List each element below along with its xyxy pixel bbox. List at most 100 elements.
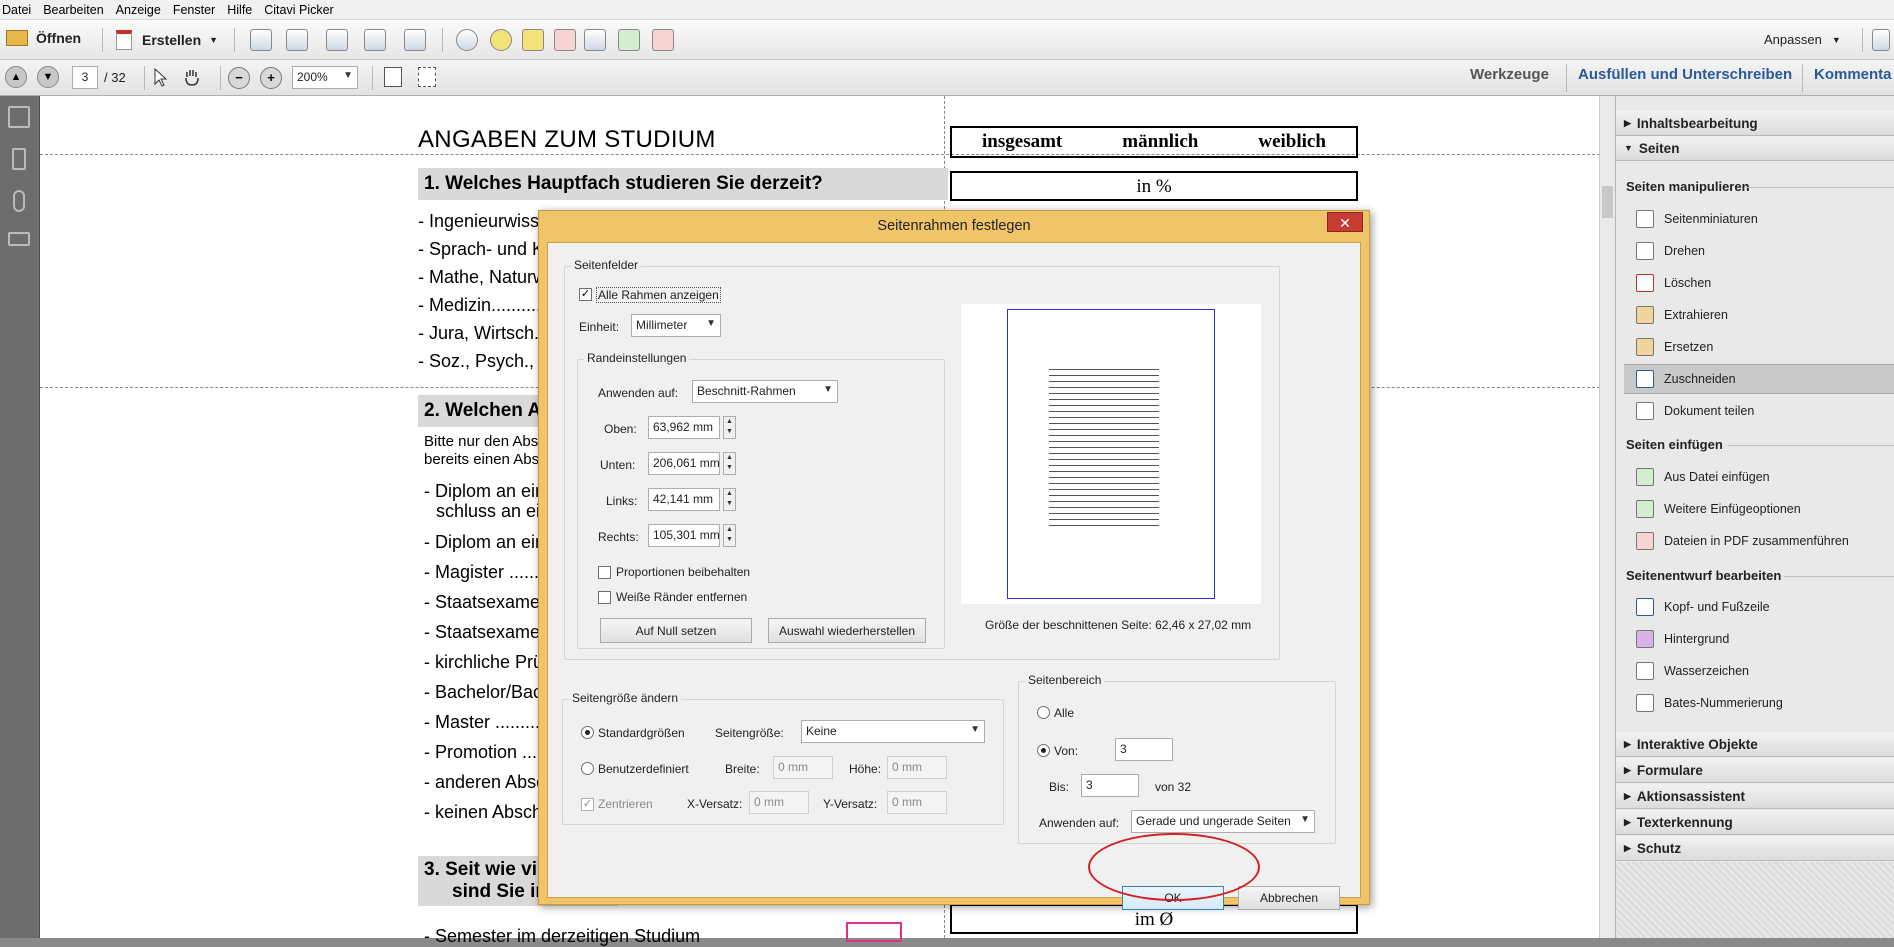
apply-to-select[interactable]: Beschnitt-Rahmen ▼ — [692, 380, 838, 403]
save-icon[interactable] — [250, 29, 272, 51]
width-input[interactable]: 0 mm — [773, 756, 833, 779]
restore-selection-button[interactable]: Auswahl wiederherstellen — [768, 618, 926, 643]
tool-page-thumbnails[interactable]: Seitenminiaturen — [1624, 204, 1894, 234]
show-all-boxes-checkbox[interactable]: ✓ — [579, 288, 592, 301]
standard-sizes-label[interactable]: Standardgrößen — [598, 726, 685, 740]
tab-tools[interactable]: Werkzeuge — [1470, 66, 1549, 83]
cancel-button[interactable]: Abbrechen — [1238, 886, 1340, 910]
tool-rotate[interactable]: Drehen — [1624, 236, 1894, 266]
fit-page-icon[interactable] — [418, 67, 436, 87]
menu-anzeige[interactable]: Anzeige — [114, 3, 171, 17]
rotate-page-icon[interactable] — [584, 29, 606, 51]
customize-button[interactable]: Anpassen ▼ — [1764, 32, 1841, 47]
signature-icon[interactable] — [8, 232, 30, 246]
section-content-editing[interactable]: ▶ Inhaltsbearbeitung — [1616, 111, 1894, 136]
show-all-boxes-label[interactable]: Alle Rahmen anzeigen — [596, 287, 721, 303]
attachment-icon[interactable] — [13, 190, 25, 212]
tool-insert-from-file[interactable]: Aus Datei einfügen — [1624, 462, 1894, 492]
bottom-margin-input[interactable]: 206,061 mm — [648, 452, 720, 475]
right-margin-spinner[interactable]: ▲ ▼ — [723, 524, 736, 547]
gear-icon[interactable] — [456, 29, 478, 51]
top-margin-input[interactable]: 63,962 mm — [648, 416, 720, 439]
from-page-input[interactable]: 3 — [1115, 738, 1173, 761]
unit-select[interactable]: Millimeter ▼ — [631, 314, 721, 337]
menu-hilfe[interactable]: Hilfe — [225, 3, 262, 17]
tool-bates-numbering[interactable]: Bates-Nummerierung — [1624, 688, 1894, 718]
comment-icon[interactable] — [490, 29, 512, 51]
tab-comment[interactable]: Kommenta — [1814, 66, 1892, 83]
from-label[interactable]: Von: — [1054, 744, 1078, 758]
forms-icon[interactable] — [652, 29, 674, 51]
expand-icon[interactable] — [1872, 29, 1890, 51]
tool-extract[interactable]: Extrahieren — [1624, 300, 1894, 330]
edit-icon[interactable] — [364, 29, 386, 51]
select-cursor-icon[interactable] — [152, 67, 170, 87]
section-interactive-objects[interactable]: ▶ Interaktive Objekte — [1616, 732, 1894, 757]
fit-width-icon[interactable] — [384, 67, 402, 87]
standard-sizes-radio[interactable] — [581, 726, 594, 739]
tool-delete[interactable]: Löschen — [1624, 268, 1894, 298]
section-action-wizard[interactable]: ▶ Aktionsassistent — [1616, 784, 1894, 809]
custom-size-radio[interactable] — [581, 762, 594, 775]
section-text-recognition[interactable]: ▶ Texterkennung — [1616, 810, 1894, 835]
highlight-icon[interactable] — [522, 29, 544, 51]
print-icon[interactable] — [326, 29, 348, 51]
bottom-margin-spinner[interactable]: ▲ ▼ — [723, 452, 736, 475]
left-margin-input[interactable]: 42,141 mm — [648, 488, 720, 511]
center-checkbox[interactable]: ✓ — [581, 798, 594, 811]
tool-background[interactable]: Hintergrund — [1624, 624, 1894, 654]
tab-fill-sign[interactable]: Ausfüllen und Unterschreiben — [1578, 66, 1792, 83]
range-apply-select[interactable]: Gerade und ungerade Seiten ▼ — [1131, 810, 1315, 833]
left-margin-spinner[interactable]: ▲ ▼ — [723, 488, 736, 511]
remove-white-margins-label[interactable]: Weiße Ränder entfernen — [616, 590, 747, 604]
remove-white-margins-checkbox[interactable] — [598, 591, 611, 604]
delete-page-icon[interactable] — [554, 29, 576, 51]
all-pages-radio[interactable] — [1037, 706, 1050, 719]
page-size-select[interactable]: Keine ▼ — [801, 720, 985, 743]
vertical-scrollbar[interactable] — [1599, 96, 1615, 938]
menu-datei[interactable]: Datei — [0, 3, 41, 17]
email-icon[interactable] — [404, 29, 426, 51]
height-input[interactable]: 0 mm — [887, 756, 947, 779]
scrollbar-thumb[interactable] — [1602, 186, 1613, 218]
tool-replace[interactable]: Ersetzen — [1624, 332, 1894, 362]
open-button[interactable]: Öffnen — [6, 30, 81, 46]
y-offset-input[interactable]: 0 mm — [887, 791, 947, 814]
upload-cloud-icon[interactable] — [286, 29, 308, 51]
keep-proportions-checkbox[interactable] — [598, 566, 611, 579]
top-margin-spinner[interactable]: ▲ ▼ — [723, 416, 736, 439]
right-margin-input[interactable]: 105,301 mm — [648, 524, 720, 547]
all-pages-label[interactable]: Alle — [1054, 706, 1074, 720]
arrow-down-icon[interactable]: ▼ — [37, 66, 59, 88]
from-radio[interactable] — [1037, 744, 1050, 757]
zoom-out-icon[interactable]: − — [228, 67, 250, 89]
tool-watermark[interactable]: Wasserzeichen — [1624, 656, 1894, 686]
tool-split-document[interactable]: Dokument teilen — [1624, 396, 1894, 426]
x-offset-input[interactable]: 0 mm — [749, 791, 809, 814]
close-icon[interactable]: ✕ — [1327, 212, 1363, 232]
to-page-input[interactable]: 3 — [1081, 774, 1139, 797]
bookmark-icon[interactable] — [12, 148, 26, 170]
extract-page-icon[interactable] — [618, 29, 640, 51]
section-pages[interactable]: ▼ Seiten — [1616, 136, 1894, 161]
custom-size-label[interactable]: Benutzerdefiniert — [598, 762, 689, 776]
zoom-in-icon[interactable]: + — [260, 67, 282, 89]
zoom-select[interactable]: 200% ▼ — [292, 66, 358, 89]
keep-proportions-label[interactable]: Proportionen beibehalten — [616, 565, 750, 579]
menu-citavi-picker[interactable]: Citavi Picker — [262, 3, 343, 17]
hand-tool-icon[interactable] — [182, 67, 202, 87]
tool-more-insert-options[interactable]: Weitere Einfügeoptionen — [1624, 494, 1894, 524]
answer-box[interactable] — [846, 922, 902, 942]
section-forms[interactable]: ▶ Formulare — [1616, 758, 1894, 783]
page-number-input[interactable]: 3 — [72, 66, 98, 89]
arrow-up-icon[interactable]: ▲ — [5, 66, 27, 88]
page-thumbnails-icon[interactable] — [8, 106, 30, 128]
section-protection[interactable]: ▶ Schutz — [1616, 836, 1894, 861]
menu-fenster[interactable]: Fenster — [171, 3, 225, 17]
tool-merge-files[interactable]: Dateien in PDF zusammenführen — [1624, 526, 1894, 556]
create-button[interactable]: Erstellen ▼ — [116, 30, 218, 50]
tool-header-footer[interactable]: Kopf- und Fußzeile — [1624, 592, 1894, 622]
menu-bearbeiten[interactable]: Bearbeiten — [41, 3, 113, 17]
reset-to-zero-button[interactable]: Auf Null setzen — [600, 618, 752, 643]
tool-crop[interactable]: Zuschneiden — [1624, 364, 1894, 394]
